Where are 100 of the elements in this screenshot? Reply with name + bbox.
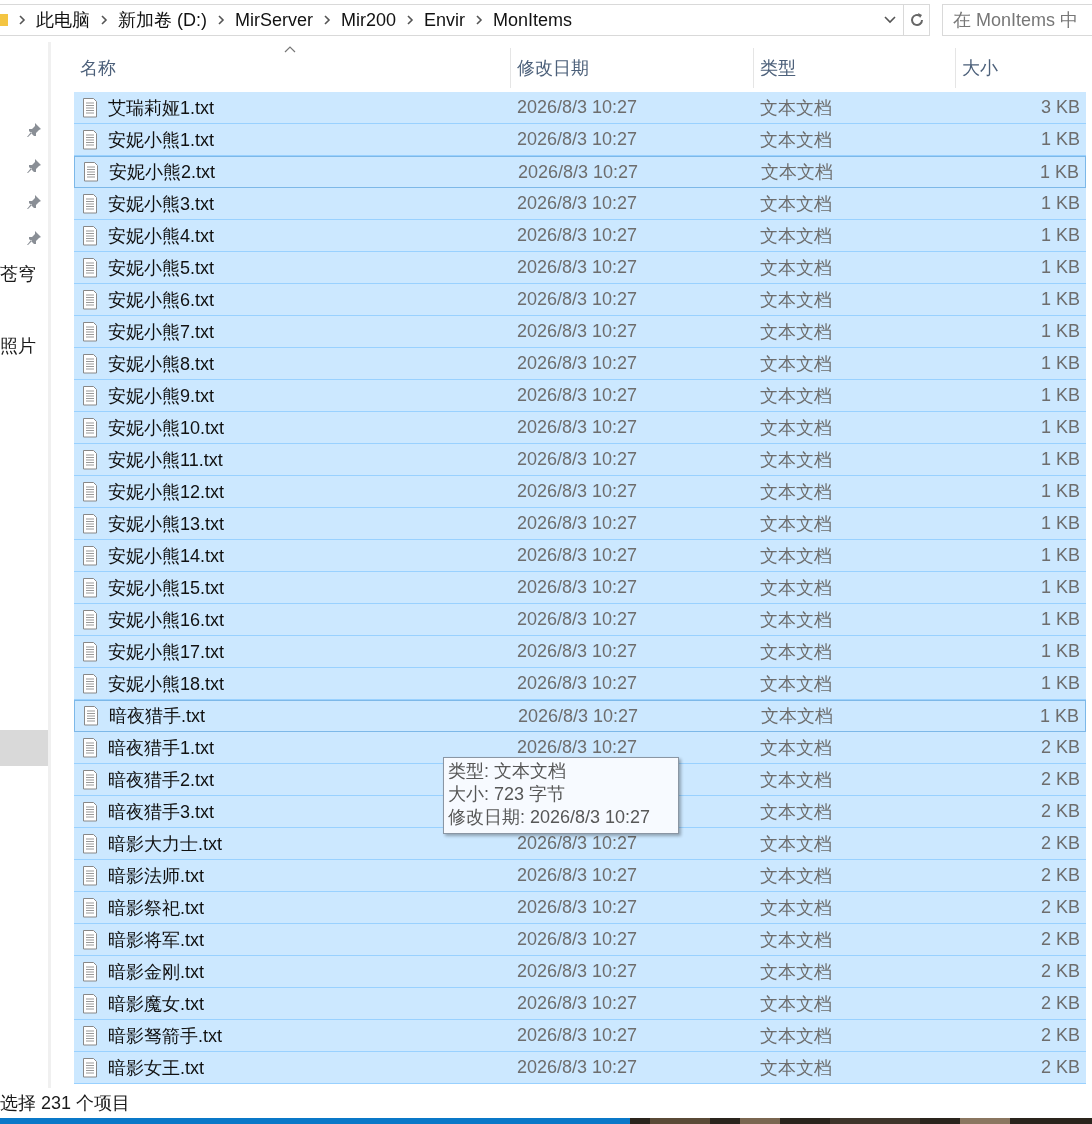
file-name: 安妮小熊5.txt [108,256,214,280]
size-text: 1 KB [1040,225,1080,246]
date-text: 2026/8/3 10:27 [517,1057,638,1078]
file-name: 安妮小熊12.txt [108,480,225,504]
date-text: 2026/8/3 10:27 [517,481,638,502]
file-name: 安妮小熊8.txt [108,352,214,376]
size-text: 1 KB [1040,129,1080,150]
type-text: 文本文档 [761,705,833,728]
type-text: 文本文档 [760,832,832,856]
size-text: 1 KB [1040,289,1080,310]
type-text: 文本文档 [760,256,832,280]
size-text: 1 KB [1040,609,1080,630]
date-text: 2026/8/3 10:27 [517,737,638,758]
file-name: 暗影金刚.txt [108,960,204,984]
type-text: 文本文档 [760,640,832,664]
date-text: 2026/8/3 10:27 [517,129,638,150]
date-text: 2026/8/3 10:27 [517,385,638,406]
date-text: 2026/8/3 10:27 [517,929,638,950]
size-text: 1 KB [1040,417,1080,438]
file-name: 安妮小熊9.txt [108,384,214,408]
size-text: 1 KB [1039,705,1079,727]
size-text: 2 KB [1040,993,1080,1014]
type-text: 文本文档 [760,896,832,920]
size-text: 2 KB [1040,929,1080,950]
size-text: 2 KB [1040,865,1080,886]
date-text: 2026/8/3 10:27 [517,353,638,374]
type-text: 文本文档 [760,864,832,888]
type-text: 文本文档 [760,1056,832,1080]
date-text: 2026/8/3 10:27 [517,865,638,886]
size-text: 1 KB [1040,321,1080,342]
type-text: 文本文档 [760,480,832,504]
type-text: 文本文档 [760,448,832,472]
date-text: 2026/8/3 10:27 [517,321,638,342]
size-text: 2 KB [1040,1057,1080,1078]
type-text: 文本文档 [760,384,832,408]
file-name: 艾瑞莉娅1.txt [108,96,214,120]
file-name: 安妮小熊1.txt [108,128,214,152]
file-name: 暗影驽箭手.txt [108,1024,222,1048]
file-name: 安妮小熊2.txt [109,161,215,184]
date-text: 2026/8/3 10:27 [517,417,638,438]
size-text: 1 KB [1040,577,1080,598]
file-name: 安妮小熊6.txt [108,288,214,312]
file-name: 安妮小熊14.txt [108,544,225,568]
date-text: 2026/8/3 10:27 [518,705,639,727]
file-name: 暗影大力士.txt [108,832,222,856]
date-text: 2026/8/3 10:27 [517,961,638,982]
date-text: 2026/8/3 10:27 [517,193,638,214]
type-text: 文本文档 [760,928,832,952]
size-text: 3 KB [1040,97,1080,118]
type-text: 文本文档 [760,352,832,376]
date-text: 2026/8/3 10:27 [518,161,639,183]
type-text: 文本文档 [760,192,832,216]
file-name: 暗夜猎手.txt [109,705,205,728]
file-name: 暗影祭祀.txt [108,896,204,920]
file-name: 安妮小熊13.txt [108,512,225,536]
date-text: 2026/8/3 10:27 [517,641,638,662]
type-text: 文本文档 [760,576,832,600]
type-text: 文本文档 [760,416,832,440]
size-text: 2 KB [1040,769,1080,790]
file-name: 安妮小熊16.txt [108,608,225,632]
type-text: 文本文档 [760,224,832,248]
size-text: 1 KB [1039,161,1079,183]
date-text: 2026/8/3 10:27 [517,449,638,470]
date-text: 2026/8/3 10:27 [517,833,638,854]
file-name: 暗影魔女.txt [108,992,204,1016]
status-text: 选择 231 个项目 [0,1092,131,1115]
type-text: 文本文档 [760,288,832,312]
date-text: 2026/8/3 10:27 [517,993,638,1014]
date-text: 2026/8/3 10:27 [517,513,638,534]
date-text: 2026/8/3 10:27 [517,897,638,918]
size-text: 1 KB [1040,385,1080,406]
file-name: 安妮小熊11.txt [108,448,223,472]
type-text: 文本文档 [760,320,832,344]
type-text: 文本文档 [761,161,833,184]
file-name: 暗影女王.txt [108,1056,204,1080]
date-text: 2026/8/3 10:27 [517,289,638,310]
tooltip-line: 大小: 723 字节 [448,783,567,806]
file-name: 暗影法师.txt [108,864,204,888]
type-text: 文本文档 [760,736,832,760]
date-text: 2026/8/3 10:27 [517,97,638,118]
size-text: 1 KB [1040,673,1080,694]
file-name: 安妮小熊10.txt [108,416,225,440]
type-text: 文本文档 [760,800,832,824]
size-text: 2 KB [1040,897,1080,918]
type-text: 文本文档 [760,768,832,792]
size-text: 1 KB [1040,353,1080,374]
date-text: 2026/8/3 10:27 [517,545,638,566]
date-text: 2026/8/3 10:27 [517,577,638,598]
size-text: 1 KB [1040,481,1080,502]
file-name: 安妮小熊18.txt [108,672,225,696]
file-name: 安妮小熊7.txt [108,320,214,344]
size-text: 2 KB [1040,1025,1080,1046]
type-text: 文本文档 [760,512,832,536]
file-name: 安妮小熊3.txt [108,192,214,216]
type-text: 文本文档 [760,672,832,696]
size-text: 1 KB [1040,513,1080,534]
type-text: 文本文档 [760,608,832,632]
date-text: 2026/8/3 10:27 [517,225,638,246]
size-text: 1 KB [1040,449,1080,470]
size-text: 2 KB [1040,801,1080,822]
